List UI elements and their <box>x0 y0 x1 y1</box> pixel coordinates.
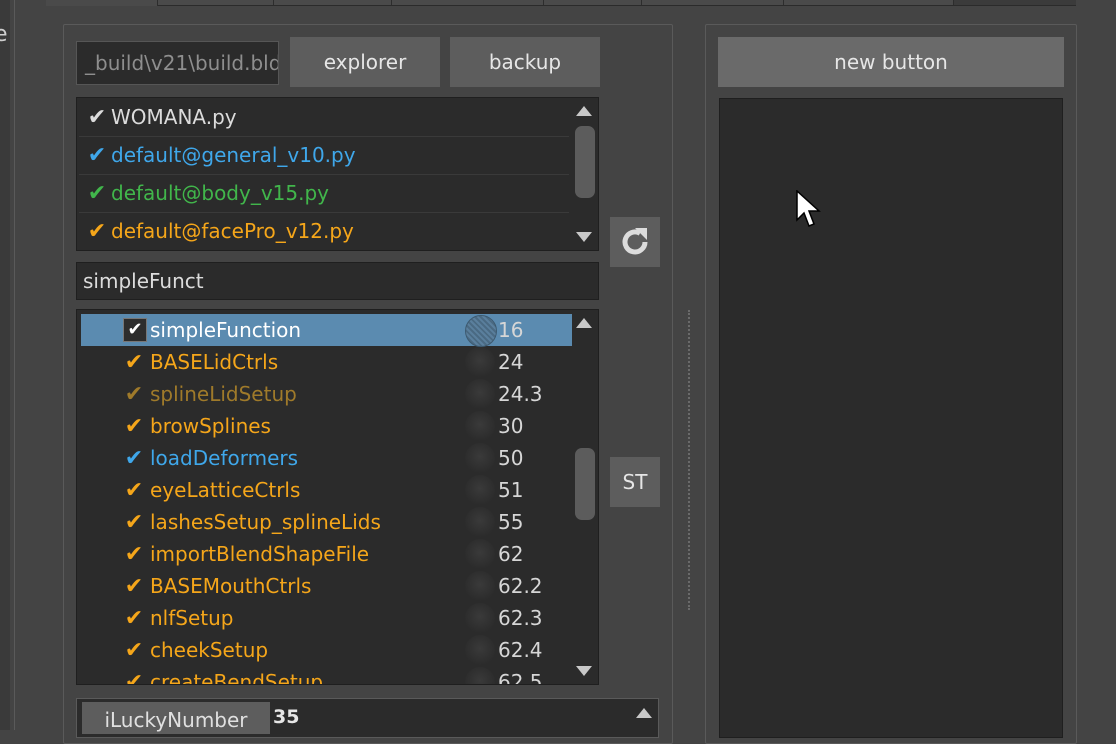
check-icon[interactable]: ✔ <box>121 542 147 567</box>
function-order-number: 55 <box>498 510 524 534</box>
check-icon[interactable]: ✔ <box>121 638 147 663</box>
function-row[interactable]: ✔ simpleFunction 16 <box>81 314 573 347</box>
function-name: loadDeformers <box>150 446 299 470</box>
attribute-name-label[interactable]: iLuckyNumber <box>82 702 270 734</box>
file-label: default@general_v10.py <box>111 143 356 167</box>
function-row[interactable]: ✔ createBendSetup 62.5 <box>81 666 573 685</box>
function-name: browSplines <box>150 414 271 438</box>
function-row[interactable]: ✔ importBlendShapeFile 62 <box>81 538 573 570</box>
scroll-down-arrow-icon[interactable] <box>576 232 592 242</box>
left-edge-label: e <box>0 22 8 47</box>
file-label: WOMANA.py <box>111 105 237 129</box>
function-row[interactable]: ✔ cheekSetup 62.4 <box>81 634 573 666</box>
status-dot-icon[interactable] <box>465 347 495 377</box>
status-dot-icon[interactable] <box>465 475 495 505</box>
function-row[interactable]: ✔ loadDeformers 50 <box>81 442 573 474</box>
check-icon[interactable]: ✔ <box>83 181 111 206</box>
check-icon[interactable]: ✔ <box>121 382 147 407</box>
status-dot-icon[interactable] <box>465 667 495 684</box>
file-row-womana[interactable]: ✔ WOMANA.py <box>79 98 569 137</box>
function-list[interactable]: ✔ simpleFunction 16 ✔ BASELidCtrls 24 ✔ splineL… <box>76 309 599 685</box>
check-icon[interactable]: ✔ <box>83 143 111 168</box>
function-order-number: 62 <box>498 542 524 566</box>
function-filter-input[interactable]: simpleFunct <box>76 262 599 300</box>
function-name: createBendSetup <box>150 670 324 685</box>
function-name: nlfSetup <box>150 606 234 630</box>
function-order-number: 24.3 <box>498 382 543 406</box>
mouse-cursor-icon <box>796 190 821 227</box>
st-button[interactable]: ST <box>610 457 660 507</box>
check-icon[interactable]: ✔ <box>121 350 147 375</box>
build-path-field[interactable]: _build\v21\build.bld <box>76 41 279 85</box>
check-icon[interactable]: ✔ <box>123 318 147 342</box>
scroll-up-arrow-icon[interactable] <box>576 106 592 116</box>
check-icon[interactable]: ✔ <box>121 478 147 503</box>
check-icon[interactable]: ✔ <box>121 670 147 685</box>
status-dot-icon[interactable] <box>465 443 495 473</box>
build-file-list[interactable]: ✔ WOMANA.py ✔ default@general_v10.py ✔ d… <box>76 97 599 251</box>
function-order-number: 24 <box>498 350 524 374</box>
function-order-number: 62.2 <box>498 574 543 598</box>
file-row-facepro[interactable]: ✔ default@facePro_v12.py <box>79 212 569 250</box>
function-order-number: 51 <box>498 478 524 502</box>
panel-splitter-handle[interactable] <box>688 310 690 610</box>
function-name: eyeLatticeCtrls <box>150 478 301 502</box>
tab-1[interactable] <box>46 0 158 6</box>
new-button[interactable]: new button <box>718 37 1064 87</box>
function-order-number: 30 <box>498 414 524 438</box>
function-row[interactable]: ✔ nlfSetup 62.3 <box>81 602 573 634</box>
function-row[interactable]: ✔ eyeLatticeCtrls 51 <box>81 474 573 506</box>
left-edge-divider <box>14 0 15 730</box>
status-dot-icon[interactable] <box>465 539 495 569</box>
status-dot-icon[interactable] <box>465 379 495 409</box>
function-order-number: 62.4 <box>498 638 543 662</box>
explorer-button[interactable]: explorer <box>290 37 440 87</box>
function-name: cheekSetup <box>150 638 269 662</box>
file-list-scroll-handle[interactable] <box>575 126 595 198</box>
left-edge-panel <box>0 0 10 730</box>
scroll-up-arrow-icon[interactable] <box>576 318 592 328</box>
tab-bar-underline <box>158 5 1076 6</box>
function-order-number: 50 <box>498 446 524 470</box>
file-row-body[interactable]: ✔ default@body_v15.py <box>79 174 569 213</box>
attribute-scroll-up-icon[interactable] <box>636 708 652 718</box>
status-dot-icon[interactable] <box>465 571 495 601</box>
file-row-general[interactable]: ✔ default@general_v10.py <box>79 136 569 175</box>
check-icon[interactable]: ✔ <box>121 414 147 439</box>
status-dot-icon[interactable] <box>465 315 497 347</box>
status-dot-icon[interactable] <box>465 411 495 441</box>
file-label: default@facePro_v12.py <box>111 219 354 243</box>
backup-button[interactable]: backup <box>450 37 600 87</box>
function-order-number: 16 <box>498 318 524 342</box>
function-name: BASELidCtrls <box>150 350 279 374</box>
function-list-scroll-handle[interactable] <box>575 448 595 520</box>
function-name: lashesSetup_splineLids <box>150 510 381 534</box>
function-row[interactable]: ✔ browSplines 30 <box>81 410 573 442</box>
refresh-icon <box>622 228 648 255</box>
status-dot-icon[interactable] <box>465 603 495 633</box>
check-icon[interactable]: ✔ <box>121 606 147 631</box>
function-row[interactable]: ✔ lashesSetup_splineLids 55 <box>81 506 573 538</box>
function-name: simpleFunction <box>150 318 302 342</box>
function-name: importBlendShapeFile <box>150 542 370 566</box>
status-dot-icon[interactable] <box>465 635 495 665</box>
right-panel-view[interactable] <box>719 98 1063 738</box>
check-icon[interactable]: ✔ <box>83 219 111 244</box>
attribute-value-field[interactable]: 35 <box>273 706 299 728</box>
file-label: default@body_v15.py <box>111 181 330 205</box>
function-name: splineLidSetup <box>150 382 297 406</box>
scroll-down-arrow-icon[interactable] <box>576 666 592 676</box>
function-row[interactable]: ✔ BASELidCtrls 24 <box>81 346 573 378</box>
function-row[interactable]: ✔ BASEMouthCtrls 62.2 <box>81 570 573 602</box>
function-name: BASEMouthCtrls <box>150 574 312 598</box>
function-order-number: 62.3 <box>498 606 543 630</box>
refresh-button[interactable] <box>610 217 660 267</box>
check-icon[interactable]: ✔ <box>121 446 147 471</box>
function-row[interactable]: ✔ splineLidSetup 24.3 <box>81 378 573 410</box>
check-icon[interactable]: ✔ <box>121 510 147 535</box>
function-order-number: 62.5 <box>498 670 543 685</box>
check-icon[interactable]: ✔ <box>83 105 111 130</box>
status-dot-icon[interactable] <box>465 507 495 537</box>
check-icon[interactable]: ✔ <box>121 574 147 599</box>
